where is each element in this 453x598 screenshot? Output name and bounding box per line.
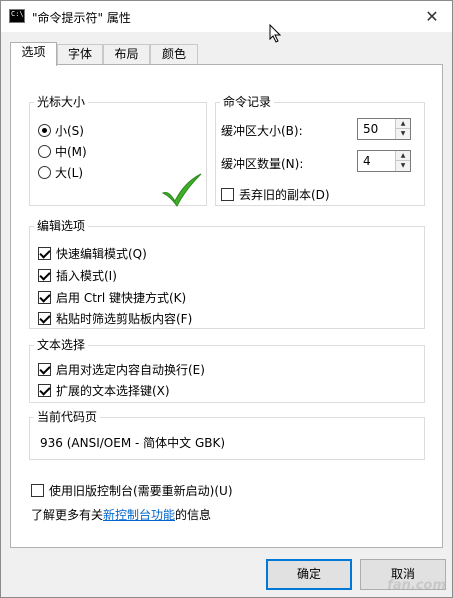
radio-medium-label: 中(M) [55, 144, 87, 159]
discard-duplicates-label: 丢弃旧的副本(D) [239, 187, 330, 202]
radio-small-label: 小(S) [55, 123, 84, 138]
text-selection-label: 文本选择 [34, 338, 89, 353]
buffer-count-up-icon[interactable]: ▲ [396, 151, 410, 161]
legacy-console-option[interactable]: 使用旧版控制台(需要重新启动)(U) [31, 481, 233, 499]
new-console-features-link[interactable]: 新控制台功能 [103, 506, 175, 523]
radio-medium-button[interactable] [38, 144, 51, 158]
discard-duplicates[interactable]: 丢弃旧的副本(D) [221, 185, 330, 203]
buffer-count-label: 缓冲区数量(N): [221, 156, 304, 171]
line-wrap-label: 启用对选定内容自动换行(E) [56, 362, 205, 377]
line-wrap-option[interactable]: 启用对选定内容自动换行(E) [38, 360, 205, 378]
ctrl-shortcuts-option[interactable]: 启用 Ctrl 键快捷方式(K) [38, 288, 186, 306]
options-panel: 光标大小 小(S) 中(M) 大(L) 命令记录 缓冲区大小(B): 50 ▲ [10, 64, 443, 548]
radio-large-label: 大(L) [55, 165, 84, 180]
extended-keys-option[interactable]: 扩展的文本选择键(X) [38, 381, 170, 399]
mouse-cursor-icon [269, 24, 281, 43]
line-wrap-checkbox[interactable] [38, 362, 51, 376]
radio-small[interactable]: 小(S) [38, 121, 84, 139]
legacy-console-checkbox[interactable] [31, 483, 44, 497]
watermark-logo: fan.com [387, 578, 446, 593]
cmd-app-icon: C:\ [9, 9, 25, 23]
tab-font[interactable]: 字体 [57, 44, 103, 65]
ok-button[interactable]: 确定 [266, 559, 352, 590]
text-selection-group: 文本选择 启用对选定内容自动换行(E) 扩展的文本选择键(X) [29, 338, 425, 403]
insert-mode-label: 插入模式(I) [56, 268, 117, 283]
tab-options[interactable]: 选项 [10, 42, 57, 66]
tab-colors[interactable]: 颜色 [150, 44, 198, 65]
cursor-size-label: 光标大小 [34, 95, 89, 110]
radio-medium[interactable]: 中(M) [38, 142, 87, 160]
command-history-group: 命令记录 缓冲区大小(B): 50 ▲ ▼ 缓冲区数量(N): 4 ▲ ▼ 丢弃… [215, 95, 425, 206]
filter-paste-checkbox[interactable] [38, 311, 51, 325]
buffer-size-value[interactable]: 50 [363, 122, 378, 136]
title-bar[interactable]: C:\ "命令提示符" 属性 ✕ [1, 1, 452, 32]
buffer-size-spinner[interactable]: 50 ▲ ▼ [357, 118, 411, 140]
radio-large-button[interactable] [38, 165, 51, 179]
extended-keys-label: 扩展的文本选择键(X) [56, 383, 170, 398]
window-title: "命令提示符" 属性 [32, 11, 131, 25]
edit-options-group: 编辑选项 快速编辑模式(Q) 插入模式(I) 启用 Ctrl 键快捷方式(K) … [29, 219, 425, 329]
insert-mode-option[interactable]: 插入模式(I) [38, 266, 117, 284]
close-button[interactable]: ✕ [412, 1, 452, 32]
radio-large[interactable]: 大(L) [38, 163, 83, 181]
legacy-console-label: 使用旧版控制台(需要重新启动)(U) [49, 483, 233, 498]
learn-more-line: 了解更多有关 新控制台功能 的信息 [31, 505, 211, 523]
insert-mode-checkbox[interactable] [38, 268, 51, 282]
quick-edit-checkbox[interactable] [38, 246, 51, 260]
buffer-count-down-icon[interactable]: ▼ [396, 161, 410, 171]
green-checkmark-icon [161, 173, 202, 207]
buffer-size-down-icon[interactable]: ▼ [396, 129, 410, 139]
properties-window: C:\ "命令提示符" 属性 ✕ 选项 字体 布局 颜色 光标大小 小(S) 中… [0, 0, 453, 598]
buffer-count-value[interactable]: 4 [363, 154, 371, 168]
buffer-count-spinner[interactable]: 4 ▲ ▼ [357, 150, 411, 172]
command-history-label: 命令记录 [220, 95, 275, 110]
codepage-label: 当前代码页 [34, 410, 101, 425]
discard-duplicates-checkbox[interactable] [221, 187, 234, 201]
ctrl-shortcuts-checkbox[interactable] [38, 290, 51, 304]
ctrl-shortcuts-label: 启用 Ctrl 键快捷方式(K) [56, 290, 187, 305]
radio-small-button[interactable] [38, 123, 51, 137]
extended-keys-checkbox[interactable] [38, 383, 51, 397]
buffer-size-up-icon[interactable]: ▲ [396, 119, 410, 129]
filter-paste-label: 粘贴时筛选剪贴板内容(F) [56, 311, 193, 326]
codepage-group: 当前代码页 936 (ANSI/OEM - 简体中文 GBK) [29, 410, 425, 460]
edit-options-label: 编辑选项 [34, 219, 89, 234]
filter-paste-option[interactable]: 粘贴时筛选剪贴板内容(F) [38, 309, 192, 327]
tab-layout[interactable]: 布局 [103, 44, 150, 65]
codepage-value: 936 (ANSI/OEM - 简体中文 GBK) [40, 435, 226, 450]
quick-edit-label: 快速编辑模式(Q) [56, 246, 147, 261]
quick-edit-option[interactable]: 快速编辑模式(Q) [38, 244, 147, 262]
learn-more-suffix: 的信息 [175, 507, 212, 522]
buffer-size-label: 缓冲区大小(B): [221, 123, 303, 138]
learn-more-prefix: 了解更多有关 [31, 507, 104, 522]
